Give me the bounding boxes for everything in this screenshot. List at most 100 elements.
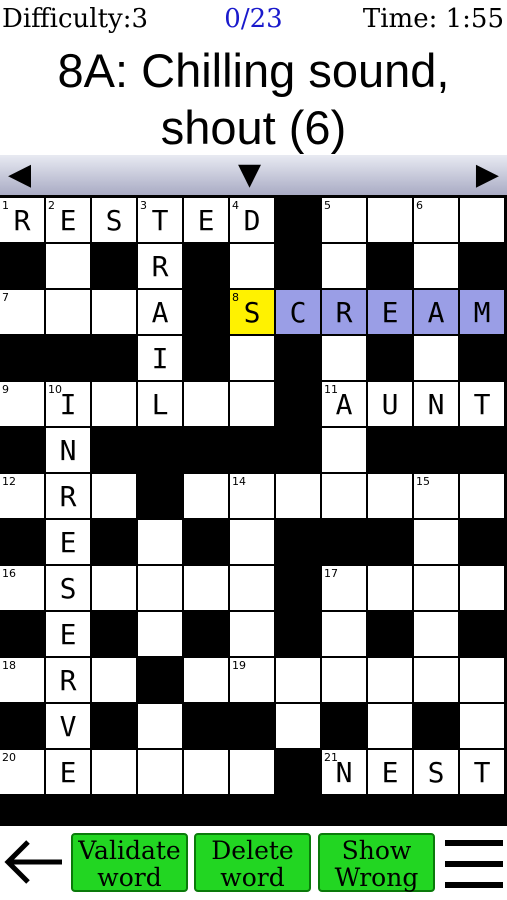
grid-cell[interactable] (46, 244, 90, 288)
grid-cell[interactable]: A (414, 290, 458, 334)
grid-cell[interactable] (322, 658, 366, 702)
grid-cell[interactable] (276, 474, 320, 518)
grid-cell[interactable]: 12 (0, 474, 44, 518)
grid-cell[interactable] (184, 658, 228, 702)
grid-cell[interactable] (460, 198, 504, 242)
grid-cell[interactable] (184, 750, 228, 794)
grid-cell[interactable]: E (368, 290, 412, 334)
grid-cell[interactable]: S (46, 566, 90, 610)
grid-cell[interactable] (92, 382, 136, 426)
grid-cell[interactable] (322, 336, 366, 380)
grid-cell[interactable] (230, 244, 274, 288)
grid-cell[interactable]: 17 (322, 566, 366, 610)
grid-cell[interactable]: 15 (414, 474, 458, 518)
next-clue-icon[interactable]: ▶ (476, 155, 499, 195)
grid-cell[interactable] (414, 658, 458, 702)
grid-cell[interactable]: 19 (230, 658, 274, 702)
grid-cell[interactable]: 6 (414, 198, 458, 242)
grid-cell[interactable] (322, 612, 366, 656)
grid-cell[interactable]: T (460, 750, 504, 794)
grid-cell[interactable]: A (138, 290, 182, 334)
validate-word-button[interactable]: Validate word (71, 833, 188, 892)
grid-cell[interactable]: T (460, 382, 504, 426)
grid-cell[interactable] (230, 750, 274, 794)
grid-cell[interactable]: E (46, 612, 90, 656)
grid-cell[interactable]: 2E (46, 198, 90, 242)
grid-cell[interactable]: 10 I (46, 382, 90, 426)
grid-cell[interactable]: N (414, 382, 458, 426)
grid-cell[interactable] (92, 658, 136, 702)
grid-cell[interactable] (92, 474, 136, 518)
grid-cell[interactable]: 16 (0, 566, 44, 610)
grid-cell[interactable]: 14 (230, 474, 274, 518)
grid-cell[interactable] (184, 382, 228, 426)
grid-cell[interactable] (368, 704, 412, 748)
grid-cell[interactable] (230, 612, 274, 656)
grid-cell[interactable] (322, 428, 366, 472)
grid-cell[interactable]: 18 (0, 658, 44, 702)
grid-cell[interactable]: 4D (230, 198, 274, 242)
grid-cell[interactable] (92, 566, 136, 610)
grid-cell[interactable]: V (46, 704, 90, 748)
grid-cell[interactable]: 9 (0, 382, 44, 426)
previous-clue-icon[interactable]: ◀ (8, 155, 31, 195)
grid-cell[interactable]: S (92, 198, 136, 242)
grid-cell[interactable] (276, 704, 320, 748)
grid-cell[interactable]: S (414, 750, 458, 794)
grid-cell[interactable]: R (46, 474, 90, 518)
back-arrow-icon[interactable] (2, 836, 66, 888)
grid-cell[interactable] (460, 566, 504, 610)
grid-cell[interactable] (92, 750, 136, 794)
grid-cell[interactable] (460, 658, 504, 702)
delete-word-button[interactable]: Delete word (194, 833, 311, 892)
grid-cell[interactable] (230, 336, 274, 380)
grid-cell[interactable]: N (46, 428, 90, 472)
grid-cell[interactable]: 8S (230, 290, 274, 334)
grid-cell[interactable]: 20 (0, 750, 44, 794)
grid-cell[interactable] (230, 382, 274, 426)
grid-cell[interactable] (92, 290, 136, 334)
grid-cell[interactable] (322, 474, 366, 518)
grid-cell[interactable] (368, 198, 412, 242)
grid-cell[interactable] (368, 474, 412, 518)
grid-cell[interactable] (414, 520, 458, 564)
grid-cell[interactable]: R (322, 290, 366, 334)
grid-cell[interactable]: I (138, 336, 182, 380)
grid-cell[interactable] (184, 474, 228, 518)
grid-cell[interactable]: M (460, 290, 504, 334)
grid-cell[interactable] (414, 336, 458, 380)
grid-cell[interactable] (460, 704, 504, 748)
grid-cell[interactable]: 21 N (322, 750, 366, 794)
grid-cell[interactable] (276, 658, 320, 702)
grid-cell[interactable] (138, 612, 182, 656)
grid-cell[interactable] (414, 612, 458, 656)
grid-cell[interactable] (322, 244, 366, 288)
grid-cell[interactable] (138, 704, 182, 748)
grid-cell[interactable] (138, 566, 182, 610)
grid-cell[interactable] (138, 520, 182, 564)
grid-cell[interactable] (368, 566, 412, 610)
grid-cell[interactable]: R (138, 244, 182, 288)
grid-cell[interactable]: 1R (0, 198, 44, 242)
grid-cell[interactable] (414, 566, 458, 610)
hamburger-menu-icon[interactable] (445, 836, 503, 892)
grid-cell[interactable]: L (138, 382, 182, 426)
grid-cell[interactable] (184, 566, 228, 610)
grid-cell[interactable]: U (368, 382, 412, 426)
grid-cell[interactable] (368, 658, 412, 702)
grid-cell[interactable] (46, 290, 90, 334)
grid-cell[interactable]: 11 A (322, 382, 366, 426)
grid-cell[interactable]: 5 (322, 198, 366, 242)
grid-cell[interactable]: E (184, 198, 228, 242)
grid-cell[interactable] (230, 520, 274, 564)
grid-cell[interactable] (414, 244, 458, 288)
grid-cell[interactable]: E (368, 750, 412, 794)
grid-cell[interactable] (230, 566, 274, 610)
grid-cell[interactable]: C (276, 290, 320, 334)
grid-cell[interactable]: E (46, 520, 90, 564)
grid-cell[interactable] (138, 750, 182, 794)
grid-cell[interactable]: 7 (0, 290, 44, 334)
grid-cell[interactable]: R (46, 658, 90, 702)
grid-cell[interactable] (460, 474, 504, 518)
show-wrong-button[interactable]: Show Wrong (318, 833, 435, 892)
